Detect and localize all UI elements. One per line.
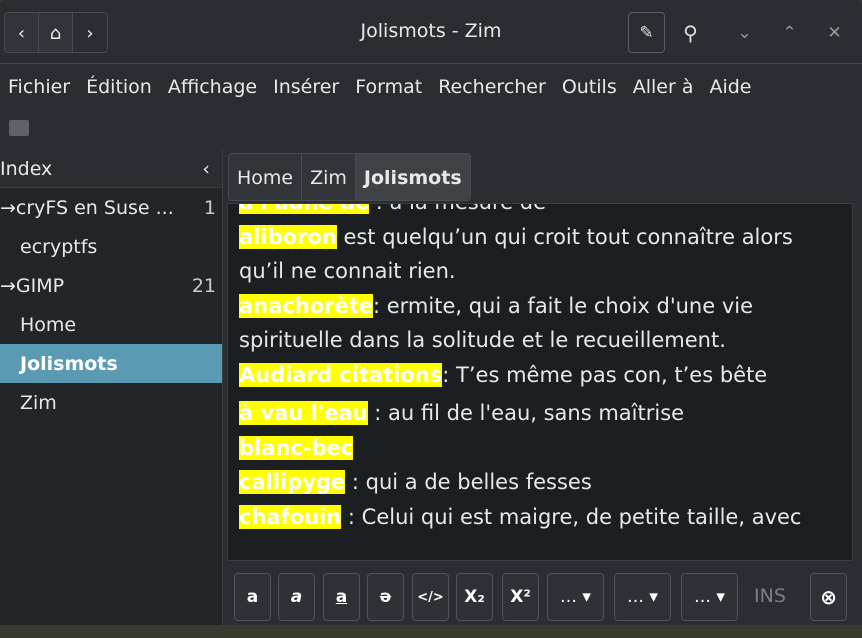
content-line: aliboron est quelqu’un qui croit tout co… [239, 220, 852, 255]
menu-bar: Fichier Édition Affichage Insérer Format Rech… [0, 66, 862, 108]
maximize-button[interactable]: ⌃ [771, 12, 808, 53]
item-label: Jolismots [20, 352, 118, 375]
sidebar-item[interactable]: ecryptfs [0, 227, 222, 266]
highlighted-term: à l'aune de [239, 204, 370, 214]
definition: : qui a de belles fesses [345, 470, 592, 494]
index-sidebar: Index ‹ →cryFS en Suse ... 1 ecryptfs →GIMP 2… [0, 150, 223, 625]
page-editor[interactable]: à l'aune de : à la mesure dealiboron est… [227, 203, 853, 561]
menu-3[interactable]: Insérer [265, 66, 347, 108]
content-line: à vau l'eau : au fil de l'eau, sans maît… [239, 396, 852, 431]
style-dropdown-3[interactable]: … ▾ [681, 573, 738, 621]
definition: : à la mesure de [369, 204, 546, 214]
menu-4[interactable]: Format [347, 66, 430, 108]
folder-icon[interactable] [9, 120, 29, 136]
definition: : au fil de l'eau, sans maîtrise [367, 401, 685, 425]
content-line: callipyge : qui a de belles fesses [239, 465, 852, 500]
content-line: chafouin : Celui qui est maigre, de peti… [239, 500, 852, 535]
breadcrumb: Home Zim Jolismots [228, 153, 471, 201]
highlighted-term: à vau l'eau [239, 401, 368, 425]
menu-8[interactable]: Aide [701, 66, 759, 108]
item-label: ecryptfs [20, 235, 98, 258]
sidebar-item[interactable]: →GIMP 21 [0, 266, 222, 305]
definition: est quelqu’un qui croit tout connaître a… [336, 224, 793, 249]
highlighted-term: Audiard citations [239, 362, 443, 387]
breadcrumb-item[interactable]: Home [229, 154, 303, 200]
insert-mode-indicator: INS [754, 585, 786, 607]
title-bar: ‹ ⌂ › Jolismots - Zim ✎ ⚲ ⌄ ⌃ ✕ [0, 0, 862, 64]
italic-button[interactable]: a [278, 573, 315, 621]
sidebar-item[interactable]: Home [0, 305, 222, 344]
bold-button[interactable]: a [234, 573, 271, 621]
sidebar-item[interactable]: →cryFS en Suse ... 1 [0, 188, 222, 227]
clear-icon: ⊗ [820, 585, 837, 609]
item-label: Zim [20, 391, 57, 414]
highlighted-term: anachorète [239, 293, 373, 318]
sidebar-item[interactable]: Jolismots [0, 344, 222, 383]
edit-button[interactable]: ✎ [628, 12, 665, 53]
collapse-sidebar-icon[interactable]: ‹ [202, 158, 210, 180]
superscript-button[interactable]: X² [502, 573, 539, 621]
definition: : T’es même pas con, t’es bête [442, 362, 768, 387]
menu-5[interactable]: Rechercher [430, 66, 554, 108]
close-button[interactable]: ✕ [816, 12, 853, 53]
definition: : ermite, qui a fait le choix d'une vie [373, 293, 753, 318]
underline-button[interactable]: a [323, 573, 360, 621]
style-dropdown-1[interactable]: … ▾ [547, 573, 604, 621]
highlighted-term: aliboron [239, 224, 337, 249]
zim-window: ‹ ⌂ › Jolismots - Zim ✎ ⚲ ⌄ ⌃ ✕ Fichier É… [0, 0, 862, 625]
content-line: spirituelle dans la solitude et le recue… [239, 323, 852, 358]
item-count: 1 [203, 196, 216, 219]
close-icon: ✕ [827, 22, 842, 43]
content-line: Audiard citations: T’es même pas con, t’… [239, 358, 852, 393]
menu-7[interactable]: Aller à [625, 66, 702, 108]
code-button[interactable]: </> [412, 573, 449, 621]
menu-6[interactable]: Outils [554, 66, 625, 108]
content-line: anachorète: ermite, qui a fait le choix … [239, 289, 852, 324]
definition: spirituelle dans la solitude et le recue… [239, 328, 726, 352]
breadcrumb-item[interactable]: Zim [302, 154, 356, 200]
index-title: Index [0, 157, 53, 180]
highlighted-term: blanc-bec [239, 435, 354, 460]
highlighted-term: callipyge [239, 470, 346, 494]
menu-0[interactable]: Fichier [0, 66, 78, 108]
definition: qu’il ne connait rien. [239, 259, 456, 283]
menu-1[interactable]: Édition [78, 66, 160, 108]
content-line: qu’il ne connait rien. [239, 254, 852, 289]
item-label: Home [20, 313, 77, 336]
item-label: →cryFS en Suse ... [0, 196, 174, 219]
search-button[interactable]: ⚲ [672, 12, 709, 53]
chevron-down-icon: ⌄ [737, 22, 752, 43]
chevron-up-icon: ⌃ [782, 22, 797, 43]
pencil-icon: ✎ [639, 22, 654, 43]
content-line: à l'aune de : à la mesure de [239, 204, 852, 220]
minimize-button[interactable]: ⌄ [726, 12, 763, 53]
content-line: blanc-bec [239, 431, 852, 466]
item-label: →GIMP [0, 274, 65, 297]
menu-2[interactable]: Affichage [160, 66, 265, 108]
clear-format-button[interactable]: ⊗ [810, 573, 847, 621]
strikethrough-button[interactable]: ə [367, 573, 404, 621]
format-toolbar: a a a ə </> X₂ X² … ▾ … ▾ … ▾ INS ⊗ [226, 563, 862, 625]
item-count: 21 [191, 274, 216, 297]
breadcrumb-item[interactable]: Jolismots [355, 154, 470, 200]
style-dropdown-2[interactable]: … ▾ [614, 573, 671, 621]
sidebar-item[interactable]: Zim [0, 383, 222, 422]
subscript-button[interactable]: X₂ [456, 573, 493, 621]
search-icon: ⚲ [683, 20, 698, 45]
definition: : Celui qui est maigre, de petite taille… [341, 504, 802, 529]
highlighted-term: chafouin [239, 504, 342, 529]
